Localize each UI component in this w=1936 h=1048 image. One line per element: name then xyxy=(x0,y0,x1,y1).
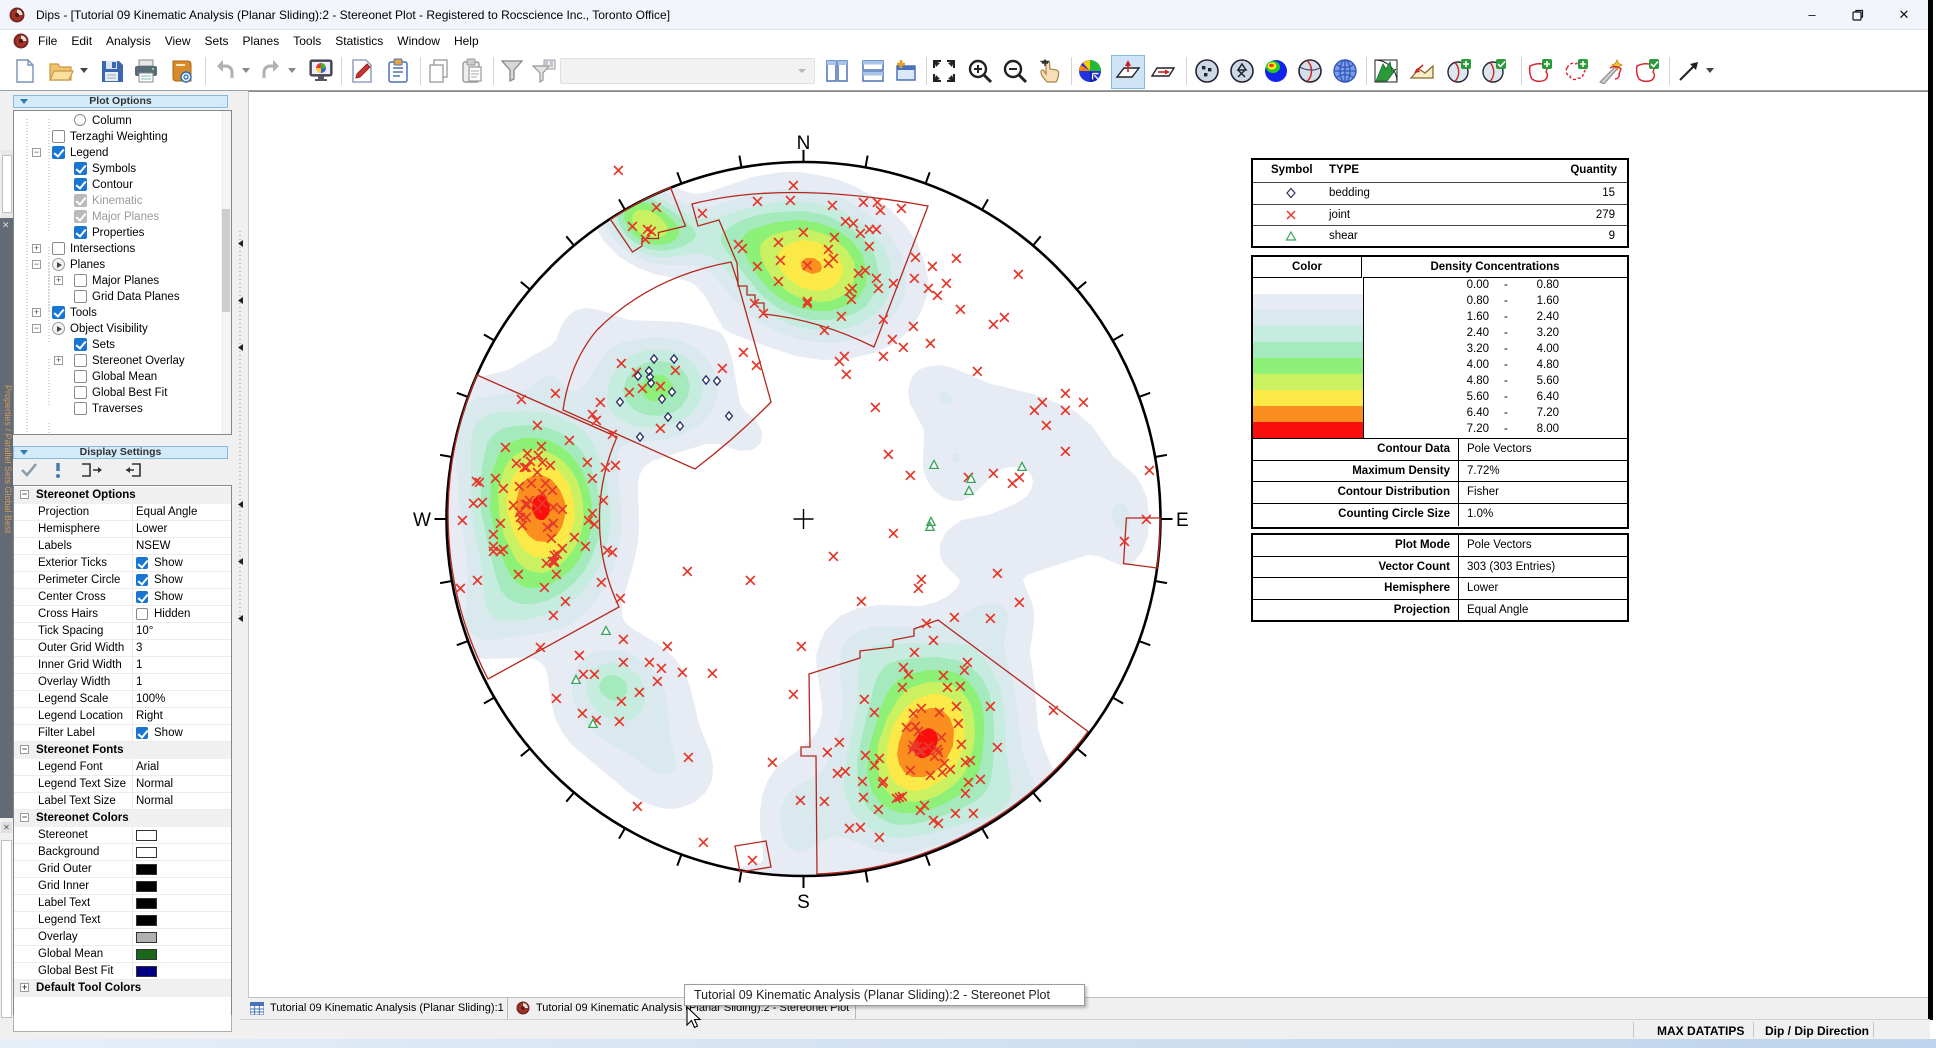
svg-text:S: S xyxy=(797,892,810,913)
svg-text:N: N xyxy=(797,133,811,154)
svg-text:W: W xyxy=(413,510,431,531)
svg-text:E: E xyxy=(1176,510,1189,531)
